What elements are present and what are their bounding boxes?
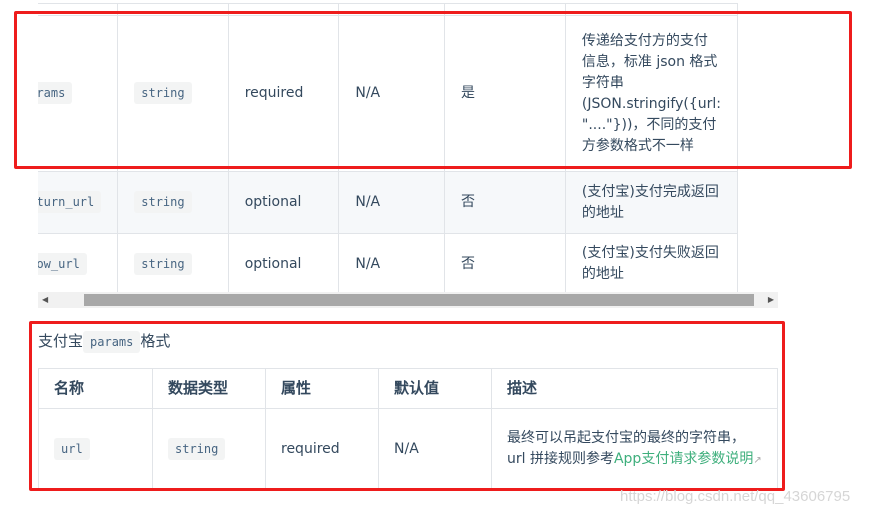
param-required: 否 [443, 171, 566, 234]
param-default: N/A [338, 233, 445, 292]
scroll-right-icon[interactable]: ▶ [768, 295, 774, 304]
param-name: return_url [38, 191, 102, 213]
scrollbar-thumb[interactable] [84, 294, 754, 306]
param-desc: (支付宝)支付完成返回的地址 [564, 171, 739, 234]
param-type: string [134, 191, 192, 213]
horizontal-scrollbar[interactable]: ◀ ▶ [38, 292, 778, 308]
param-type: string [134, 252, 192, 275]
param-attr: optional [227, 233, 340, 292]
param-name: show_url [38, 252, 87, 275]
scroll-left-icon[interactable]: ◀ [42, 295, 48, 304]
highlight-box [14, 11, 852, 169]
param-default: N/A [338, 171, 445, 234]
param-required: 否 [443, 233, 566, 292]
table-row: show_url string optional N/A 否 (支付宝)支付失败… [38, 233, 739, 292]
highlight-box [29, 321, 785, 491]
param-attr: optional [227, 171, 340, 234]
table-row: return_url string optional N/A 否 (支付宝)支付… [38, 171, 739, 234]
param-desc: (支付宝)支付失败返回的地址 [564, 233, 739, 292]
watermark: https://blog.csdn.net/qq_43606795 [620, 488, 851, 505]
